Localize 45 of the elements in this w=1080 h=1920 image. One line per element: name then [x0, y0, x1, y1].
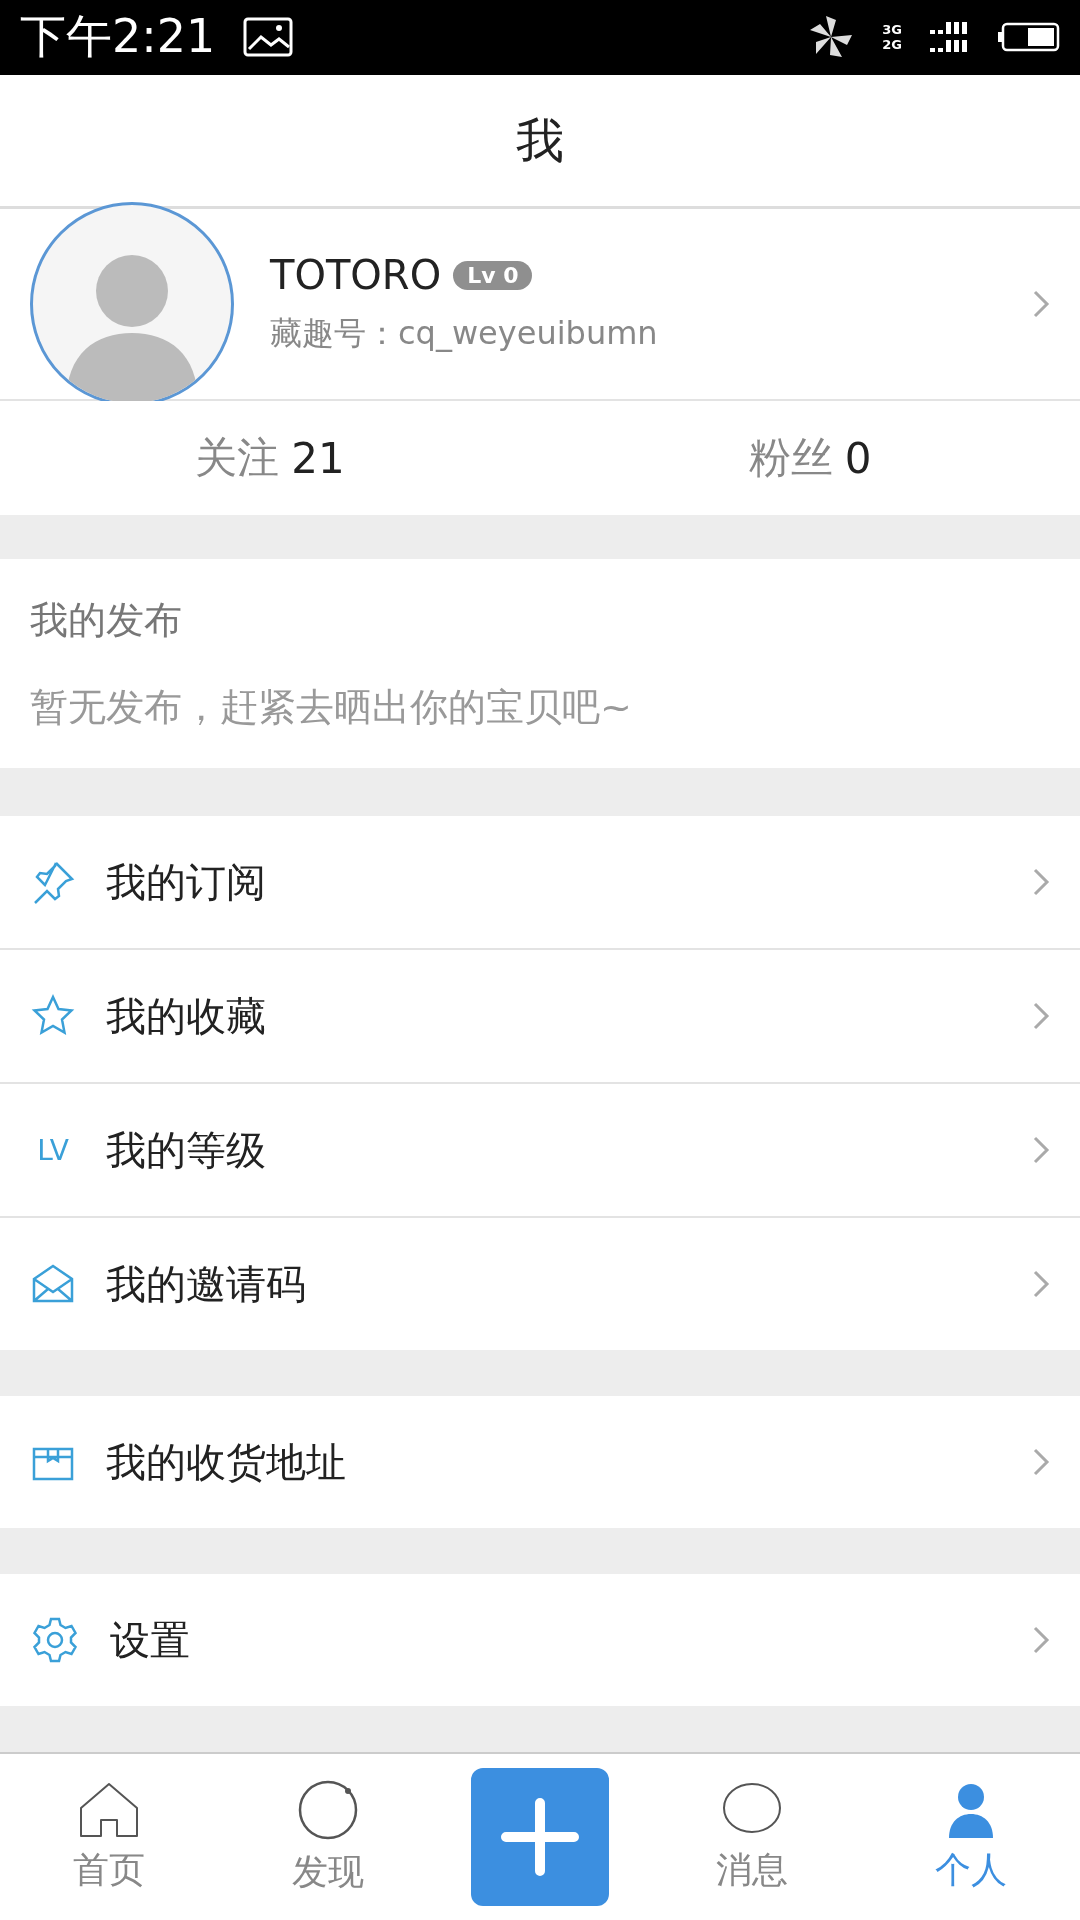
menu-item[interactable]: 我的订阅 — [0, 816, 1080, 951]
menu-item[interactable]: 我的收货地址 — [0, 1396, 1080, 1529]
level-badge: Lv 0 — [453, 260, 533, 290]
tab[interactable]: 消息 — [643, 1779, 862, 1895]
menu-label: 我的收货地址 — [106, 1437, 347, 1487]
chevron-right-icon — [1032, 289, 1050, 320]
stat-label[interactable]: 关注 — [195, 430, 280, 487]
network-type: 3G — [882, 22, 902, 38]
plus-icon — [500, 1797, 580, 1878]
menu-item[interactable]: 我的邀请码 — [0, 1218, 1080, 1351]
level-icon: LV — [30, 1133, 76, 1167]
page-title: 我 — [516, 110, 564, 170]
menu-label: 设置 — [110, 1615, 191, 1665]
stat-value: 21 — [291, 433, 345, 483]
chevron-right-icon — [1032, 1135, 1050, 1166]
section-title: 我的发布 — [30, 596, 183, 644]
image-icon — [243, 17, 294, 58]
menu-item[interactable]: 我的收藏 — [0, 950, 1080, 1085]
chevron-right-icon — [1032, 867, 1050, 898]
tab-label: 首页 — [73, 1847, 146, 1892]
tab[interactable]: 首页 — [0, 1779, 219, 1895]
tab-label: 消息 — [716, 1847, 789, 1892]
network-type: 2G — [882, 37, 902, 53]
signal-icon — [930, 20, 970, 55]
empty-message: 暂无发布，赶紧去晒出你的宝贝吧~ — [30, 683, 633, 731]
tab-label: 发现 — [291, 1849, 364, 1894]
status-time: 下午2:21 — [20, 8, 216, 66]
battery-icon — [998, 22, 1060, 53]
chevron-right-icon — [1032, 1269, 1050, 1300]
chevron-right-icon — [1032, 1447, 1050, 1478]
menu-label: 我的收藏 — [106, 991, 267, 1041]
user-id: 藏趣号：cq_weyeuibumn — [270, 313, 659, 355]
stat-value: 0 — [844, 433, 872, 483]
menu-item[interactable]: 设置 — [0, 1574, 1080, 1707]
menu-label: 我的等级 — [106, 1125, 267, 1175]
menu-label: 我的邀请码 — [106, 1259, 307, 1309]
chevron-right-icon — [1032, 1001, 1050, 1032]
stat-label[interactable]: 粉丝 — [748, 430, 833, 487]
tab[interactable]: 发现 — [218, 1777, 437, 1897]
chevron-right-icon — [1032, 1625, 1050, 1656]
user-name: TOTORO — [270, 252, 442, 299]
menu-item[interactable]: LV 我的等级 — [0, 1084, 1080, 1219]
tab-label: 个人 — [934, 1847, 1007, 1892]
add-button[interactable] — [471, 1768, 609, 1907]
menu-label: 我的订阅 — [106, 857, 267, 907]
